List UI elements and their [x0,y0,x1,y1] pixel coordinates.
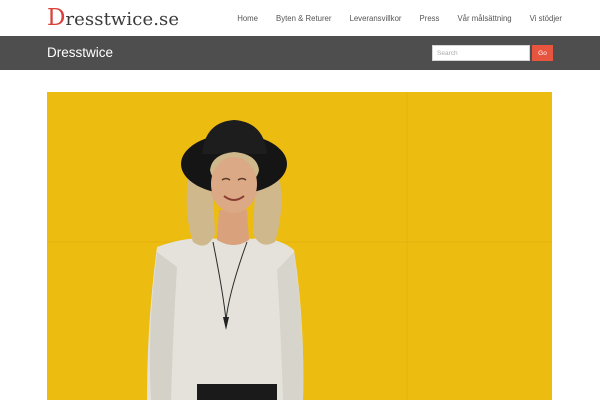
hero-image [47,92,552,400]
hero-photo [47,92,552,400]
nav-item-vi-stodjer[interactable]: Vi stödjer [530,14,562,23]
nav-item-var-malsattning[interactable]: Vår målsättning [457,14,511,23]
nav-item-byten-returer[interactable]: Byten & Returer [276,14,331,23]
go-button[interactable]: Go [532,45,553,61]
search-input[interactable] [432,45,530,61]
site-header: Dresstwice.se Home Byten & Returer Lever… [0,0,600,36]
nav-item-home[interactable]: Home [237,14,258,23]
logo-text: resstwice.se [65,9,180,30]
site-title: Dresstwice [47,45,114,60]
title-band: Dresstwice Go [0,36,600,70]
logo-initial: D [47,5,66,31]
main-nav: Home Byten & Returer Leveransvillkor Pre… [237,0,562,36]
search-form: Go [432,45,553,61]
site-logo[interactable]: Dresstwice.se [47,5,179,31]
nav-item-leveransvillkor[interactable]: Leveransvillkor [350,14,402,23]
nav-item-press[interactable]: Press [420,14,440,23]
